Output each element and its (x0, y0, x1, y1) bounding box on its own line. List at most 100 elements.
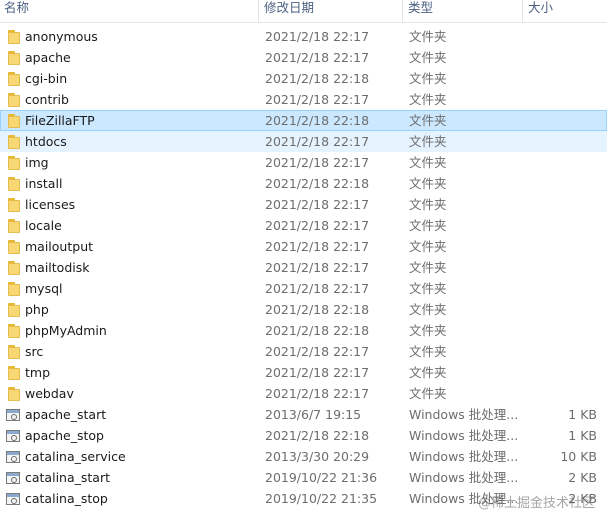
file-size (521, 279, 597, 298)
file-name: FileZillaFTP (25, 113, 95, 128)
file-type: 文件夹 (409, 218, 447, 233)
batch-file-icon (5, 491, 21, 506)
file-date: 2021/2/18 22:18 (265, 176, 370, 191)
file-type: 文件夹 (409, 323, 447, 338)
batch-file-icon (5, 407, 21, 422)
file-name: licenses (25, 197, 76, 212)
file-row[interactable]: webdav 2021/2/18 22:17 文件夹 (0, 383, 607, 404)
folder-icon (5, 176, 21, 191)
file-type: 文件夹 (409, 302, 447, 317)
file-date: 2013/6/7 19:15 (265, 407, 362, 422)
file-row[interactable]: FileZillaFTP 2021/2/18 22:18 文件夹 (0, 110, 607, 131)
folder-icon (5, 197, 21, 212)
gear-icon (11, 414, 17, 420)
file-type: 文件夹 (409, 92, 447, 107)
file-row[interactable]: contrib 2021/2/18 22:17 文件夹 (0, 89, 607, 110)
file-size: 1 KB (568, 407, 597, 422)
file-date: 2021/2/18 22:18 (265, 113, 370, 128)
file-type: Windows 批处理... (409, 428, 519, 443)
file-date: 2013/3/30 20:29 (265, 449, 370, 464)
folder-icon (5, 71, 21, 86)
file-row[interactable]: mysql 2021/2/18 22:17 文件夹 (0, 278, 607, 299)
file-size (521, 300, 597, 319)
file-date: 2019/10/22 21:36 (265, 470, 378, 485)
file-name: catalina_stop (25, 491, 108, 506)
file-size (521, 384, 597, 403)
file-row[interactable]: catalina_start 2019/10/22 21:36 Windows 批处… (0, 467, 607, 488)
file-size (521, 363, 597, 382)
file-type: 文件夹 (409, 50, 447, 65)
folder-icon (5, 344, 21, 359)
file-row[interactable]: mailoutput 2021/2/18 22:17 文件夹 (0, 236, 607, 257)
file-type: 文件夹 (409, 29, 447, 44)
file-row[interactable]: img 2021/2/18 22:17 文件夹 (0, 152, 607, 173)
file-row[interactable]: src 2021/2/18 22:17 文件夹 (0, 341, 607, 362)
file-date: 2021/2/18 22:17 (265, 281, 370, 296)
file-name: cgi-bin (25, 71, 68, 86)
gear-icon (11, 435, 17, 441)
file-name: catalina_service (25, 449, 126, 464)
file-type: 文件夹 (409, 113, 447, 128)
column-divider[interactable] (258, 0, 259, 22)
file-date: 2021/2/18 22:17 (265, 134, 370, 149)
column-divider[interactable] (522, 0, 523, 22)
file-name: apache (25, 50, 71, 65)
file-name: php (25, 302, 49, 317)
file-row[interactable]: htdocs 2021/2/18 22:17 文件夹 (0, 131, 607, 152)
file-row[interactable]: apache_stop 2021/2/18 22:18 Windows 批处理...… (0, 425, 607, 446)
column-header-name[interactable]: 名称 (0, 0, 258, 22)
file-row[interactable]: tmp 2021/2/18 22:17 文件夹 (0, 362, 607, 383)
file-name: webdav (25, 386, 74, 401)
batch-file-icon (5, 428, 21, 443)
file-name: mailoutput (25, 239, 94, 254)
file-row[interactable]: phpMyAdmin 2021/2/18 22:18 文件夹 (0, 320, 607, 341)
column-header-size[interactable]: 大小 (524, 0, 607, 22)
file-size: 10 KB (560, 449, 597, 464)
file-size (521, 174, 597, 193)
column-divider[interactable] (402, 0, 403, 22)
file-row[interactable]: php 2021/2/18 22:18 文件夹 (0, 299, 607, 320)
file-type: 文件夹 (409, 260, 447, 275)
folder-icon (5, 281, 21, 296)
file-date: 2021/2/18 22:18 (265, 71, 370, 86)
file-size (521, 216, 597, 235)
folder-icon (5, 92, 21, 107)
file-name: install (25, 176, 63, 191)
file-row[interactable]: apache_start 2013/6/7 19:15 Windows 批处理...… (0, 404, 607, 425)
folder-icon (5, 260, 21, 275)
watermark: @稀土掘金技术社区 (478, 496, 596, 511)
file-type: Windows 批处理... (409, 449, 519, 464)
file-name: src (25, 344, 44, 359)
file-row[interactable]: locale 2021/2/18 22:17 文件夹 (0, 215, 607, 236)
file-row[interactable]: licenses 2021/2/18 22:17 文件夹 (0, 194, 607, 215)
file-date: 2021/2/18 22:17 (265, 197, 370, 212)
file-size (521, 27, 597, 46)
folder-icon (5, 155, 21, 170)
file-type: 文件夹 (409, 239, 447, 254)
file-row[interactable]: install 2021/2/18 22:18 文件夹 (0, 173, 607, 194)
file-row[interactable]: catalina_service 2013/3/30 20:29 Windows 批… (0, 446, 607, 467)
file-row[interactable]: mailtodisk 2021/2/18 22:17 文件夹 (0, 257, 607, 278)
file-type: 文件夹 (409, 197, 447, 212)
file-type: 文件夹 (409, 134, 447, 149)
file-row[interactable]: anonymous 2021/2/18 22:17 文件夹 (0, 26, 607, 47)
file-row[interactable]: apache 2021/2/18 22:17 文件夹 (0, 47, 607, 68)
file-size (521, 321, 597, 340)
file-type: 文件夹 (409, 386, 447, 401)
batch-file-icon (5, 449, 21, 464)
file-date: 2021/2/18 22:17 (265, 365, 370, 380)
file-size (521, 237, 597, 256)
column-header-type[interactable]: 类型 (404, 0, 522, 22)
file-type: 文件夹 (409, 71, 447, 86)
file-size (521, 111, 597, 130)
folder-icon (5, 134, 21, 149)
file-date: 2021/2/18 22:17 (265, 344, 370, 359)
folder-icon (5, 29, 21, 44)
file-name: mysql (25, 281, 63, 296)
file-list: anonymous 2021/2/18 22:17 文件夹 apache 2021/2/… (0, 26, 607, 509)
file-date: 2021/2/18 22:17 (265, 92, 370, 107)
file-date: 2021/2/18 22:17 (265, 260, 370, 275)
column-header-date[interactable]: 修改日期 (260, 0, 402, 22)
file-row[interactable]: cgi-bin 2021/2/18 22:18 文件夹 (0, 68, 607, 89)
file-type: 文件夹 (409, 344, 447, 359)
